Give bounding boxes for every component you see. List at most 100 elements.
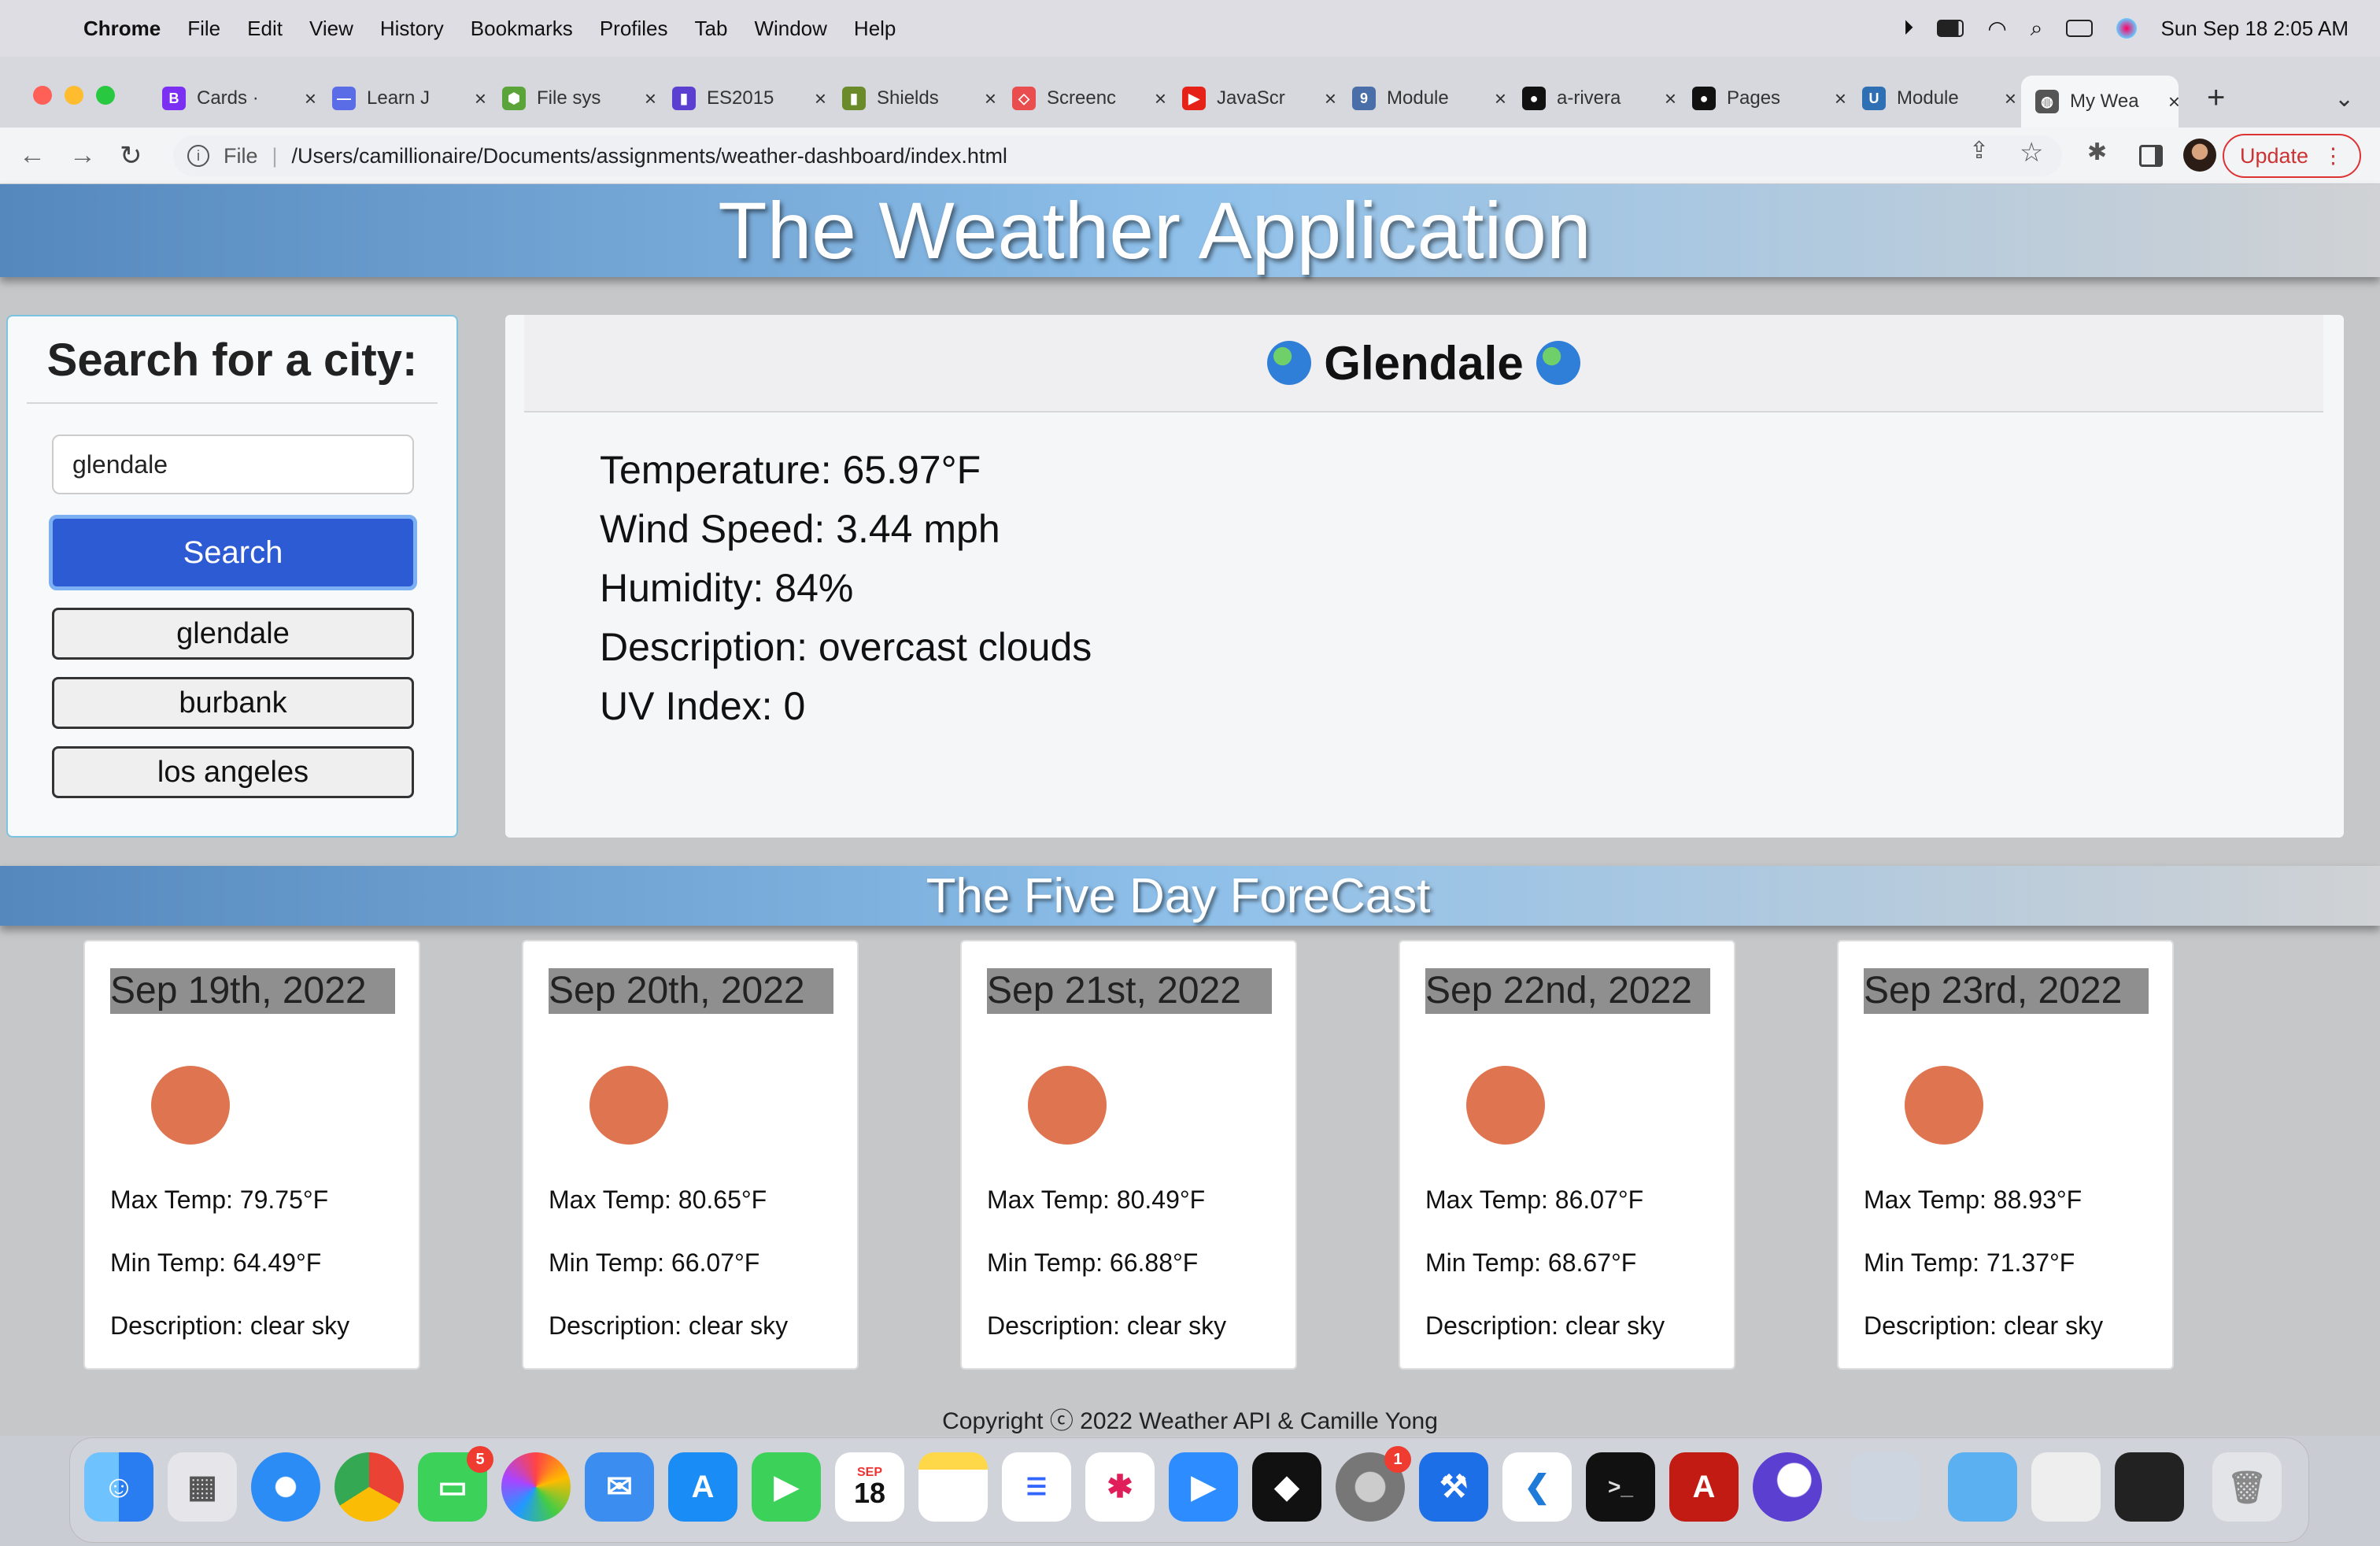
close-tab-icon[interactable]: ×: [1665, 87, 1676, 111]
history-button-glendale[interactable]: glendale: [52, 608, 414, 660]
zoom-window-button[interactable]: [96, 86, 115, 105]
close-tab-icon[interactable]: ×: [985, 87, 996, 111]
menu-help[interactable]: Help: [854, 17, 896, 41]
update-button[interactable]: Update ⋮: [2223, 134, 2361, 178]
reminders-icon[interactable]: ☰: [1002, 1452, 1071, 1522]
app-store-icon[interactable]: A: [668, 1452, 737, 1522]
close-tab-icon[interactable]: ×: [2005, 87, 2016, 111]
browser-tab[interactable]: ▮ ES2015 ×: [667, 79, 826, 118]
menu-profiles[interactable]: Profiles: [600, 17, 668, 41]
slack-icon[interactable]: ✱: [1085, 1452, 1155, 1522]
browser-tab[interactable]: ● a-rivera ×: [1517, 79, 1676, 118]
play-icon[interactable]: ⏵: [1903, 16, 1913, 41]
launchpad-icon[interactable]: ▦: [168, 1452, 237, 1522]
close-tab-icon[interactable]: ×: [1835, 87, 1846, 111]
menu-app-name[interactable]: Chrome: [83, 17, 161, 41]
browser-tab[interactable]: ⬢ File sys ×: [497, 79, 656, 118]
forecast-date: Sep 22nd, 2022: [1425, 968, 1710, 1014]
close-tab-icon[interactable]: ×: [475, 87, 486, 111]
vscode-window-icon[interactable]: [2115, 1452, 2184, 1522]
update-label: Update: [2239, 143, 2309, 168]
close-tab-icon[interactable]: ×: [645, 87, 656, 111]
system-preferences-icon[interactable]: 1: [1336, 1446, 1411, 1522]
back-arrow-icon[interactable]: ←: [19, 140, 46, 171]
terminal-icon[interactable]: >_: [1586, 1452, 1655, 1522]
close-tab-icon[interactable]: ×: [305, 87, 316, 111]
zoom-icon[interactable]: ▶: [1169, 1452, 1238, 1522]
close-tab-icon[interactable]: ×: [1325, 87, 1336, 111]
city-search-input[interactable]: [52, 435, 414, 494]
vscode-icon[interactable]: ❮: [1502, 1452, 1572, 1522]
finder-icon[interactable]: ☺: [84, 1452, 153, 1522]
app-moon-icon[interactable]: [1753, 1452, 1822, 1522]
close-tab-icon[interactable]: ×: [815, 87, 826, 111]
browser-tab[interactable]: ▶ JavaScr ×: [1177, 79, 1336, 118]
safari-icon[interactable]: [251, 1452, 320, 1522]
forecast-max-temp: Max Temp: 86.07°F: [1425, 1185, 1644, 1214]
facetime-icon[interactable]: ▶: [752, 1452, 821, 1522]
spotlight-search-icon[interactable]: ⌕: [2031, 16, 2043, 42]
xcode-icon[interactable]: ⚒: [1419, 1452, 1488, 1522]
menu-tab[interactable]: Tab: [695, 17, 728, 41]
close-tab-icon[interactable]: ×: [2168, 90, 2180, 114]
screencast-icon: ◇: [1012, 87, 1036, 110]
history-button-los-angeles[interactable]: los angeles: [52, 746, 414, 798]
photos-icon[interactable]: [501, 1452, 571, 1522]
history-button-burbank[interactable]: burbank: [52, 677, 414, 729]
forecast-date: Sep 21st, 2022: [987, 968, 1272, 1014]
search-button[interactable]: Search: [49, 515, 417, 590]
browser-tab[interactable]: ▮ Shields ×: [837, 79, 996, 118]
notes-icon[interactable]: [918, 1452, 988, 1522]
calendar-icon[interactable]: SEP 18: [835, 1452, 904, 1522]
close-tab-icon[interactable]: ×: [1495, 87, 1506, 111]
side-panel-icon[interactable]: [2139, 145, 2163, 167]
browser-tab[interactable]: B Cards · ×: [157, 79, 316, 118]
control-center-icon[interactable]: [2066, 20, 2094, 37]
menu-history[interactable]: History: [380, 17, 444, 41]
browser-tab[interactable]: ◇ Screenc ×: [1007, 79, 1166, 118]
preview-image-icon[interactable]: [1850, 1452, 1920, 1522]
new-tab-button[interactable]: +: [2207, 80, 2225, 116]
weather-sun-icon: [1466, 1066, 1545, 1145]
tidal-icon[interactable]: ◆: [1252, 1452, 1321, 1522]
siri-icon[interactable]: [2116, 18, 2138, 39]
battery-icon[interactable]: [1937, 20, 1964, 37]
extensions-puzzle-icon[interactable]: ✱: [2087, 139, 2107, 166]
site-info-icon[interactable]: i: [187, 145, 209, 167]
kebab-menu-icon[interactable]: ⋮: [2323, 144, 2344, 168]
chrome-document-icon[interactable]: [2031, 1452, 2101, 1522]
browser-tab[interactable]: — Learn J ×: [327, 79, 486, 118]
messages-icon[interactable]: ▭ 5: [418, 1446, 493, 1522]
forecast-description: Description: clear sky: [549, 1311, 789, 1340]
trash-icon[interactable]: 🗑: [2212, 1452, 2282, 1522]
tab-search-chevron-icon[interactable]: ⌄: [2334, 85, 2354, 113]
chrome-icon[interactable]: [334, 1452, 404, 1522]
github-icon: ●: [1692, 87, 1716, 110]
browser-tab[interactable]: ◍ My Wea ×: [2021, 76, 2180, 128]
bookmark-star-icon[interactable]: ☆: [2020, 137, 2043, 168]
close-window-button[interactable]: [33, 86, 52, 105]
menu-window[interactable]: Window: [754, 17, 826, 41]
browser-tab[interactable]: 9 Module ×: [1347, 79, 1506, 118]
minimize-window-button[interactable]: [65, 86, 83, 105]
wifi-icon[interactable]: ◠: [1987, 16, 2006, 42]
menu-view[interactable]: View: [309, 17, 353, 41]
menu-file[interactable]: File: [187, 17, 220, 41]
url-text[interactable]: /Users/camillionaire/Documents/assignmen…: [292, 144, 1007, 168]
menu-edit[interactable]: Edit: [247, 17, 283, 41]
mail-icon[interactable]: ✉: [585, 1452, 654, 1522]
tab-label: a-rivera: [1557, 87, 1621, 109]
forward-arrow-icon[interactable]: →: [69, 140, 96, 171]
profile-avatar[interactable]: [2183, 139, 2216, 172]
close-tab-icon[interactable]: ×: [1155, 87, 1166, 111]
browser-tab[interactable]: ● Pages ×: [1687, 79, 1846, 118]
browser-tab[interactable]: U Module ×: [1857, 79, 2016, 118]
url-bar[interactable]: i File | /Users/camillionaire/Documents/…: [173, 135, 2062, 176]
reload-icon[interactable]: ↻: [120, 140, 142, 172]
acrobat-icon[interactable]: A: [1669, 1452, 1739, 1522]
downloads-folder-icon[interactable]: [1948, 1452, 2017, 1522]
menu-bookmarks[interactable]: Bookmarks: [471, 17, 573, 41]
web-page: The Weather Application Search for a cit…: [0, 184, 2380, 1436]
menu-clock[interactable]: Sun Sep 18 2:05 AM: [2160, 17, 2349, 41]
share-icon[interactable]: ⇪: [1969, 137, 1989, 165]
